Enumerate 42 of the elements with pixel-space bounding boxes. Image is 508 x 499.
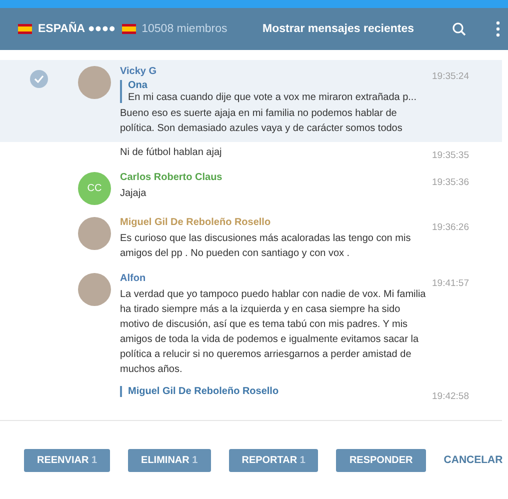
message-row[interactable]: Miguel Gil De Reboleño Rosello Es curioso que las discusiones más acaloradas las tengo con mis amigos del pp . No pueden con santiago y con vox . 19:36:26 [0,211,502,267]
flag-icon [18,24,32,34]
search-icon[interactable] [452,22,466,36]
photo-placeholder [78,217,111,250]
message-text: Bueno eso es suerte ajaja en mi familia no podemos hablar de política. Son demasiado azules vaya y de carácter somos todos [120,107,404,136]
message-time: 19:42:58 [431,391,469,402]
message-text: Ni de fútbol hablan ajaj [120,146,223,160]
action-button[interactable]: REENVIAR 1 [24,448,110,472]
reply-author: Miguel Gil De Reboleño Rosello [128,386,280,397]
recent-messages-link[interactable]: Mostrar mensajes recientes [262,23,414,35]
member-count: 10508 miembros [142,23,228,35]
chat-title[interactable]: ESPAÑA ●●●● [38,23,116,35]
message-row[interactable]: CC Carlos Roberto Claus Jajaja 19:35:36 [0,166,502,211]
message-row[interactable] [0,60,502,142]
reply-text: En mi casa cuando dije que vote a vox me miraron extrañada p... [128,92,416,103]
flag-icon [122,24,136,34]
action-button[interactable]: REPORTAR 1 [228,448,318,472]
message-row[interactable]: Ni de fútbol hablan ajaj 19:35:35 [0,142,502,166]
message-time: 19:35:35 [431,150,469,161]
photo-placeholder [78,273,111,306]
message-time: 19:35:24 [431,71,469,82]
message-text: Jajaja [120,187,148,201]
action-button[interactable]: RESPONDER [336,448,426,472]
message-time: 19:41:57 [431,278,469,289]
message-time: 19:36:26 [431,222,469,233]
action-button[interactable]: ELIMINAR 1 [128,448,211,472]
avatar: CC [78,172,111,205]
author-name[interactable]: Alfon [120,273,146,284]
reply-quote[interactable]: Miguel Gil De Reboleño Rosello [120,386,426,397]
message-row[interactable]: Miguel Gil De Reboleño Rosello 19:42:58 [0,383,502,407]
message-time: 19:35:36 [431,177,469,188]
check-icon[interactable] [30,70,48,88]
cancel-button[interactable]: CANCELAR [444,448,503,472]
author-name[interactable]: Carlos Roberto Claus [120,172,222,183]
photo-placeholder [78,66,111,99]
author-name[interactable]: Miguel Gil De Reboleño Rosello [120,217,271,228]
message-text: Es curioso que las discusiones más acaloradas las tengo con mis amigos del pp . No pueden con santiago y con vox . [120,232,412,261]
menu-icon[interactable] [496,21,500,37]
reply-author: Ona [128,80,148,91]
reply-quote[interactable]: Ona En mi casa cuando dije que vote a vox me miraron extrañada p... [120,80,426,103]
author-name[interactable]: Vicky G [120,66,157,77]
message-text: La verdad que yo tampoco puedo hablar con nadie de vox. Mi familia ha tirado siempre más a la izquierda y en casa siempre ha sido motivo de discusión, así que es tema tabú con mis padres. Y mis amigos de toda la vida de podemos e igualmente evitamos sacar la política a relucir si no queremos arriesgarnos a perder amistad de muchos años. [120,288,426,377]
